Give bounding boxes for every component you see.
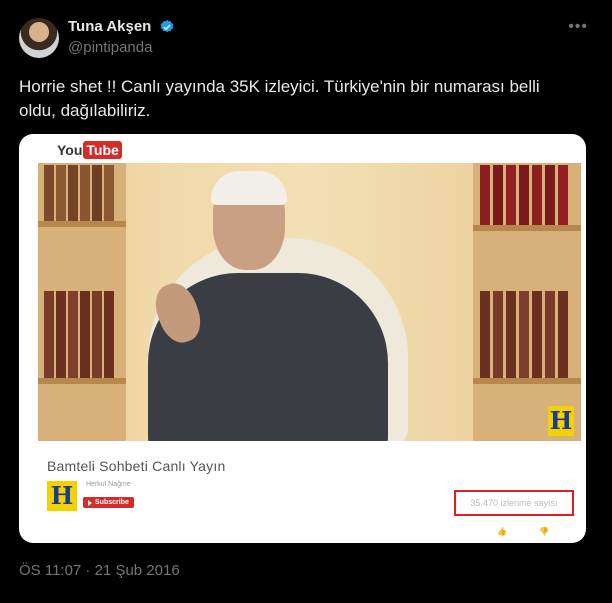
viewer-count-highlight: 35.470 izlenme sayısı (454, 490, 574, 516)
more-icon[interactable]: ••• (568, 18, 588, 36)
author-avatar[interactable] (19, 18, 59, 58)
youtube-logo: You Tube (57, 141, 122, 159)
speaker-cap (211, 171, 287, 205)
channel-name: Herkul Nağme (86, 481, 131, 488)
subscribe-label: Subscribe (95, 499, 129, 506)
tweet-text: Horrie shet !! Canlı yayında 35K izleyic… (19, 75, 579, 123)
channel-watermark-icon: H (548, 406, 574, 436)
like-dislike-row: 👍 👎 (497, 527, 549, 536)
tweet-timestamp[interactable]: ÖS 11:07 · 21 Şub 2016 (19, 562, 180, 579)
video-frame[interactable]: H (38, 163, 581, 441)
subscribe-button: Subscribe (83, 497, 134, 508)
author-handle[interactable]: @pintipanda (68, 39, 175, 56)
tweet-text-line-1: Horrie shet !! Canlı yayında 35K izleyic… (19, 77, 540, 96)
author-block: Tuna Akşen @pintipanda (68, 18, 175, 56)
thumbs-down-icon: 👎 (538, 527, 549, 536)
verified-badge-icon (159, 19, 175, 35)
tweet-text-line-2: oldu, dağılabiliriz. (19, 101, 151, 120)
thumbs-up-icon: 👍 (497, 527, 507, 536)
channel-logo-icon: H (47, 481, 77, 511)
author-name[interactable]: Tuna Akşen (68, 18, 151, 35)
viewer-count: 35.470 izlenme sayısı (470, 498, 558, 508)
video-title: Bamteli Sohbeti Canlı Yayın (47, 458, 226, 474)
youtube-logo-tube: Tube (83, 141, 122, 159)
youtube-logo-you: You (57, 142, 83, 158)
tweet-media-image[interactable]: You Tube H Bamteli Sohbeti Canlı Yayın H… (19, 134, 586, 543)
play-icon (88, 499, 92, 506)
